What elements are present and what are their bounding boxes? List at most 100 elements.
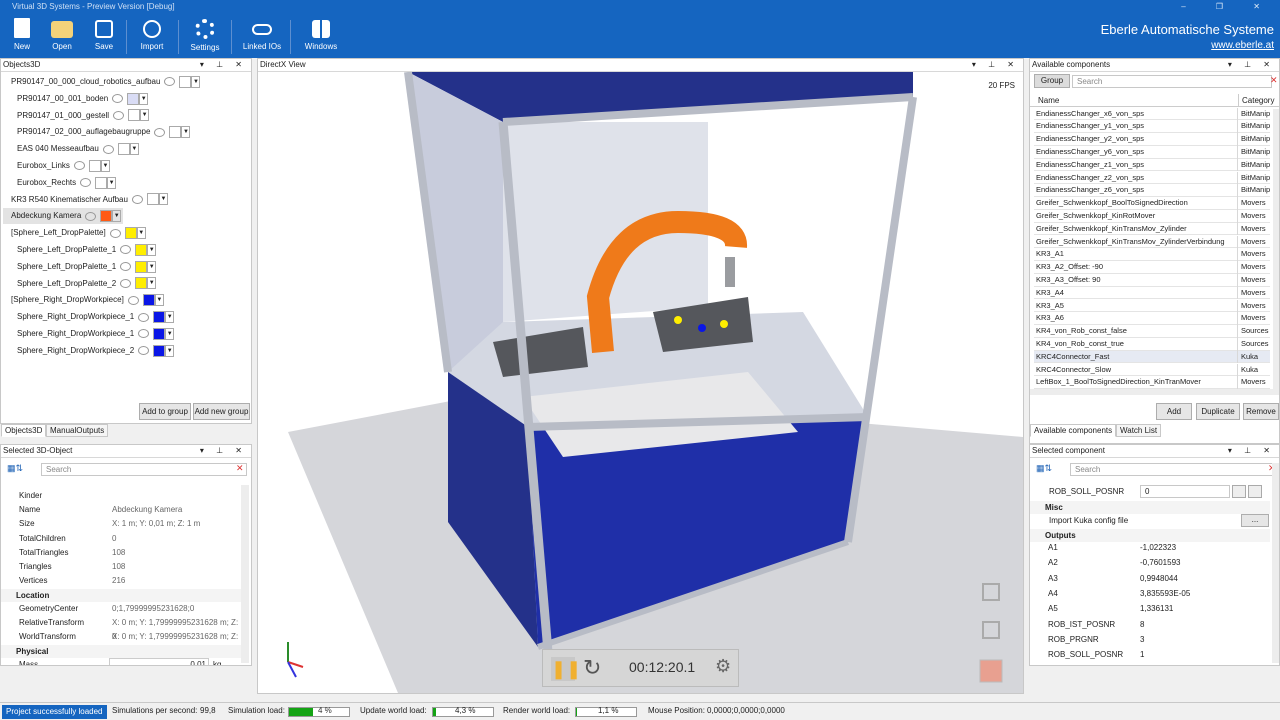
visibility-eye-icon[interactable]	[127, 295, 139, 305]
component-row[interactable]: KR4_von_Rob_const_false Sources	[1034, 325, 1270, 338]
component-row[interactable]: KR4_von_Rob_const_true Sources	[1034, 337, 1270, 351]
tree-item[interactable]: PR90147_01_000_gestell ▼	[17, 108, 150, 124]
visibility-eye-icon[interactable]	[131, 194, 143, 204]
new-button[interactable]: New	[0, 16, 44, 51]
add-component-button[interactable]: Add	[1156, 403, 1192, 420]
component-row[interactable]: KR3_A3_Offset: 90 Movers	[1034, 273, 1270, 287]
component-scrollbar[interactable]	[1273, 109, 1279, 389]
tree-item[interactable]: Sphere_Left_DropPalette_1 ▼	[17, 259, 157, 275]
color-swatch[interactable]	[135, 260, 148, 273]
component-row[interactable]: KR3_A2_Offset: -90 Movers	[1034, 261, 1270, 274]
component-row[interactable]: KR3_A5 Movers	[1034, 299, 1270, 313]
chevron-down-icon[interactable]: ▼	[112, 210, 122, 223]
physical-section[interactable]: Physical	[1, 645, 241, 659]
tree-item[interactable]: PR90147_00_000_cloud_robotics_aufbau ▼	[3, 74, 201, 90]
chevron-down-icon[interactable]: ▼	[107, 176, 117, 189]
remove-component-button[interactable]: Remove	[1243, 403, 1279, 420]
color-swatch[interactable]	[127, 92, 140, 105]
categorize-icon[interactable]: ▦⇅	[1036, 463, 1052, 474]
chevron-down-icon[interactable]: ▼	[191, 75, 201, 88]
component-property-search-input[interactable]: Search	[1070, 463, 1275, 476]
visibility-eye-icon[interactable]	[138, 346, 150, 356]
import-button[interactable]: Import	[130, 16, 174, 51]
linked-ios-button[interactable]: Linked IOs	[240, 16, 284, 51]
tab-objects3d[interactable]: Objects3D	[1, 424, 47, 437]
chevron-down-icon[interactable]: ▼	[165, 327, 175, 340]
component-row[interactable]: KR3_A6 Movers	[1034, 312, 1270, 326]
io-link-icon[interactable]	[1232, 485, 1246, 498]
open-button[interactable]: Open	[40, 16, 84, 51]
visibility-eye-icon[interactable]	[138, 312, 150, 322]
color-swatch[interactable]	[88, 159, 101, 172]
visibility-eye-icon[interactable]	[113, 110, 125, 120]
visibility-eye-icon[interactable]	[109, 228, 121, 238]
color-swatch[interactable]	[153, 327, 166, 340]
tree-item[interactable]: PR90147_02_000_auflagebaugruppe ▼	[17, 124, 191, 140]
tree-item[interactable]: Sphere_Right_DropWorkpiece_1 ▼	[17, 309, 175, 325]
rob-soll-posnr-input[interactable]: 0	[1140, 485, 1230, 498]
mass-row[interactable]: Mass 0,01 kg	[1, 658, 241, 665]
color-swatch[interactable]	[95, 176, 108, 189]
chevron-down-icon[interactable]: ▼	[154, 294, 164, 307]
chevron-down-icon[interactable]: ▼	[165, 344, 175, 357]
col-name[interactable]: Name	[1038, 94, 1059, 107]
clear-search-icon[interactable]: ✕	[236, 463, 244, 474]
visibility-eye-icon[interactable]	[138, 329, 150, 339]
add-new-group-button[interactable]: Add new group	[193, 403, 250, 420]
io-unlink-icon[interactable]	[1248, 485, 1262, 498]
color-swatch[interactable]	[124, 227, 137, 240]
color-swatch[interactable]	[135, 243, 148, 256]
chevron-down-icon[interactable]: ▼	[181, 126, 191, 139]
chevron-down-icon[interactable]: ▼	[139, 92, 149, 105]
color-swatch[interactable]	[179, 75, 192, 88]
visibility-eye-icon[interactable]	[102, 144, 114, 154]
settings-button[interactable]: Settings	[183, 16, 227, 52]
property-row[interactable]: RelativeTransform X: 0 m; Y: 1,7999999523…	[1, 616, 241, 641]
color-swatch[interactable]	[153, 311, 166, 324]
brand-link[interactable]: www.eberle.at	[1101, 40, 1274, 51]
color-swatch[interactable]	[169, 126, 182, 139]
color-swatch[interactable]	[135, 277, 148, 290]
duplicate-component-button[interactable]: Duplicate	[1196, 403, 1240, 420]
component-property-scrollbar[interactable]	[1272, 463, 1279, 663]
location-section[interactable]: Location	[1, 589, 241, 603]
visibility-eye-icon[interactable]	[164, 77, 176, 87]
tree-item[interactable]: Abdeckung Kamera ▼	[3, 208, 124, 225]
property-row[interactable]: Kinder	[1, 489, 241, 503]
component-row[interactable]: EndianessChanger_y1_von_sps BitManip	[1034, 120, 1270, 134]
output-row[interactable]: ROB_SOLL_POSNR 1	[1048, 647, 1248, 662]
chevron-down-icon[interactable]: ▼	[147, 243, 157, 256]
component-row[interactable]: KRC4Connector_Fast Kuka	[1034, 350, 1270, 364]
output-row[interactable]: ROB_PRGNR 3	[1048, 632, 1248, 647]
output-row[interactable]: A4 3,835593E-05	[1048, 586, 1248, 601]
tree-item[interactable]: Sphere_Right_DropWorkpiece_1 ▼	[17, 326, 175, 342]
output-row[interactable]: A2 -0,7601593	[1048, 555, 1248, 570]
visibility-eye-icon[interactable]	[80, 178, 92, 188]
tab-manual-outputs[interactable]: ManualOutputs	[46, 424, 109, 437]
output-row[interactable]: A1 -1,022323	[1048, 540, 1248, 555]
component-row[interactable]: EndianessChanger_y6_von_sps BitManip	[1034, 145, 1270, 159]
output-row[interactable]: ROB_IST_POSNR 8	[1048, 617, 1248, 632]
property-row[interactable]: TotalTriangles 108	[1, 546, 241, 560]
property-row[interactable]: GeometryCenter 0;1,79999995231628;0	[1, 602, 241, 616]
panel-controls[interactable]: ▾ ⊥ ✕	[200, 445, 247, 457]
component-row[interactable]: EndianessChanger_z2_von_sps BitManip	[1034, 171, 1270, 185]
property-row[interactable]: TotalChildren 0	[1, 532, 241, 546]
component-row[interactable]: EndianessChanger_z6_von_sps BitManip	[1034, 184, 1270, 198]
component-row[interactable]: KR3_A4 Movers	[1034, 286, 1270, 300]
visibility-eye-icon[interactable]	[154, 127, 166, 137]
property-row[interactable]: Triangles 108	[1, 560, 241, 574]
property-row[interactable]: Size X: 1 m; Y: 0,01 m; Z: 1 m	[1, 517, 241, 531]
tree-item[interactable]: Sphere_Right_DropWorkpiece_2 ▼	[17, 343, 175, 359]
tree-item[interactable]: Eurobox_Links ▼	[17, 158, 110, 174]
chevron-down-icon[interactable]: ▼	[165, 311, 175, 324]
property-row[interactable]: Name Abdeckung Kamera	[1, 503, 241, 517]
visibility-eye-icon[interactable]	[120, 262, 132, 272]
property-row[interactable]: Vertices 216	[1, 574, 241, 588]
chevron-down-icon[interactable]: ▼	[158, 193, 168, 206]
window-controls[interactable]: – ❐ ✕	[1181, 0, 1274, 14]
tree-item[interactable]: EAS 040 Messeaufbau ▼	[17, 141, 139, 157]
component-row[interactable]: KRC4Connector_Slow Kuka	[1034, 363, 1270, 377]
output-row[interactable]: A3 0,9948044	[1048, 571, 1248, 586]
component-row[interactable]: Greifer_Schwenkkopf_BoolToSignedDirectio…	[1034, 197, 1270, 210]
